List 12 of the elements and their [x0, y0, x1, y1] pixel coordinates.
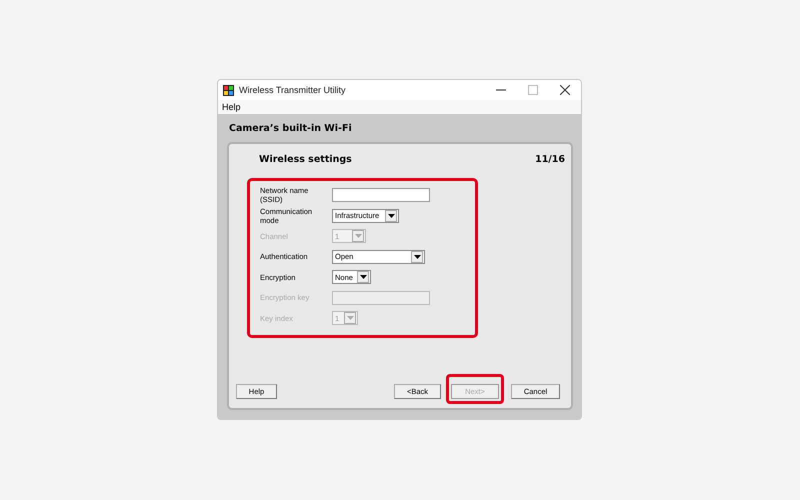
caret-icon: [357, 271, 369, 284]
window-title: Wireless Transmitter Utility: [239, 85, 346, 95]
app-icon: [223, 84, 234, 96]
caret-icon: [352, 230, 364, 242]
step-counter: 11/16: [535, 154, 565, 167]
menu-item[interactable]: Help: [222, 102, 241, 112]
caret-icon: [385, 210, 397, 222]
caret-icon: [411, 250, 423, 263]
input-field[interactable]: [332, 188, 430, 202]
step-title: Wireless settings: [259, 154, 352, 167]
caret-icon: [344, 312, 356, 324]
section-title: Camera’s built-in Wi-Fi: [228, 122, 353, 136]
